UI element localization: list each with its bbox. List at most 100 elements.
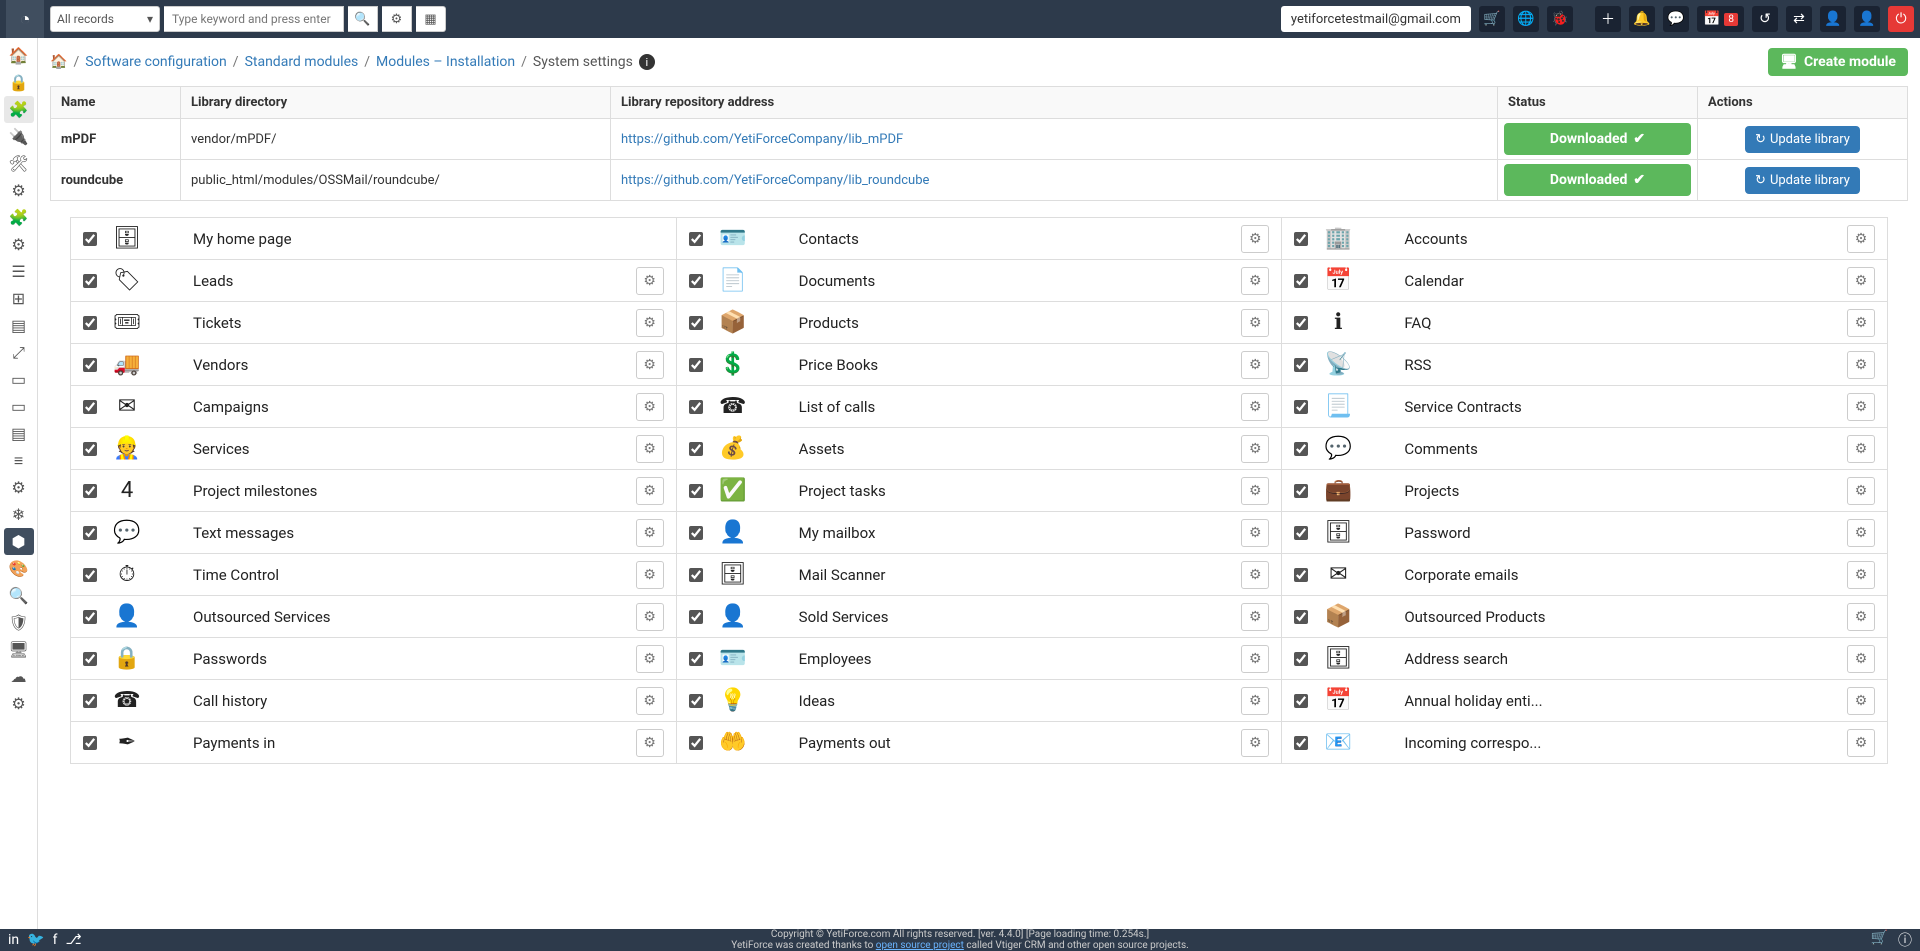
- module-checkbox[interactable]: [689, 694, 703, 708]
- module-checkbox[interactable]: [83, 274, 97, 288]
- side-plus-box-icon[interactable]: ⊞: [4, 285, 34, 312]
- side-money-icon[interactable]: ▭: [4, 393, 34, 420]
- lib-repo-link[interactable]: https://github.com/YetiForceCompany/lib_…: [621, 173, 929, 188]
- module-checkbox[interactable]: [1294, 316, 1308, 330]
- calendar-badge-icon[interactable]: 📅8: [1697, 6, 1744, 32]
- globe-icon[interactable]: 🌐: [1513, 6, 1539, 32]
- twitter-icon[interactable]: 🐦: [27, 932, 44, 948]
- module-gear-button[interactable]: ⚙: [1241, 561, 1269, 589]
- module-gear-button[interactable]: ⚙: [636, 729, 664, 757]
- module-checkbox[interactable]: [1294, 484, 1308, 498]
- side-list-icon[interactable]: ≡: [4, 447, 34, 474]
- module-checkbox[interactable]: [83, 484, 97, 498]
- module-checkbox[interactable]: [1294, 736, 1308, 750]
- module-gear-button[interactable]: ⚙: [1241, 393, 1269, 421]
- module-gear-button[interactable]: ⚙: [636, 435, 664, 463]
- module-gear-button[interactable]: ⚙: [1847, 729, 1875, 757]
- module-gear-button[interactable]: ⚙: [1847, 225, 1875, 253]
- module-checkbox[interactable]: [83, 526, 97, 540]
- side-home-icon[interactable]: 🏠: [4, 42, 34, 69]
- power-icon[interactable]: ⏻: [1888, 6, 1914, 32]
- module-gear-button[interactable]: ⚙: [1241, 267, 1269, 295]
- module-checkbox[interactable]: [689, 736, 703, 750]
- records-select[interactable]: All records ▾: [50, 6, 160, 32]
- side-cloud-icon[interactable]: ☁: [4, 663, 34, 690]
- search-input[interactable]: [164, 6, 344, 32]
- side-server-icon[interactable]: 🖥: [4, 636, 34, 663]
- module-checkbox[interactable]: [689, 400, 703, 414]
- module-checkbox[interactable]: [83, 442, 97, 456]
- module-checkbox[interactable]: [689, 484, 703, 498]
- home-icon[interactable]: 🏠: [50, 54, 67, 70]
- side-expand-icon[interactable]: ⤢: [4, 339, 34, 366]
- module-checkbox[interactable]: [83, 610, 97, 624]
- module-gear-button[interactable]: ⚙: [1847, 351, 1875, 379]
- side-lock-icon[interactable]: 🔒: [4, 69, 34, 96]
- side-puzzle2-icon[interactable]: 🧩: [4, 204, 34, 231]
- side-rows-icon[interactable]: ☰: [4, 258, 34, 285]
- module-gear-button[interactable]: ⚙: [636, 351, 664, 379]
- module-checkbox[interactable]: [689, 274, 703, 288]
- module-checkbox[interactable]: [689, 526, 703, 540]
- module-gear-button[interactable]: ⚙: [1847, 603, 1875, 631]
- side-palette-icon[interactable]: 🎨: [4, 555, 34, 582]
- module-checkbox[interactable]: [689, 358, 703, 372]
- module-gear-button[interactable]: ⚙: [1241, 729, 1269, 757]
- module-gear-button[interactable]: ⚙: [1847, 435, 1875, 463]
- module-checkbox[interactable]: [1294, 400, 1308, 414]
- module-gear-button[interactable]: ⚙: [636, 519, 664, 547]
- module-gear-button[interactable]: ⚙: [1241, 309, 1269, 337]
- crumb-1[interactable]: Standard modules: [245, 54, 359, 70]
- module-gear-button[interactable]: ⚙: [1847, 309, 1875, 337]
- side-puzzle-icon[interactable]: 🧩: [4, 96, 34, 123]
- side-asterisk-icon[interactable]: ❄: [4, 501, 34, 528]
- create-module-button[interactable]: 🖥 Create module: [1768, 48, 1908, 76]
- module-checkbox[interactable]: [689, 610, 703, 624]
- side-wrench-icon[interactable]: 🛠: [4, 150, 34, 177]
- module-gear-button[interactable]: ⚙: [1847, 519, 1875, 547]
- footer-info-icon[interactable]: ⓘ: [1898, 930, 1912, 950]
- user-icon[interactable]: 👤: [1820, 6, 1846, 32]
- update-library-button[interactable]: ↻ Update library: [1745, 126, 1860, 153]
- module-checkbox[interactable]: [1294, 274, 1308, 288]
- bell-icon[interactable]: 🔔: [1629, 6, 1655, 32]
- side-gear2-icon[interactable]: ⚙: [4, 231, 34, 258]
- search-settings-button[interactable]: ⚙: [382, 6, 412, 32]
- module-gear-button[interactable]: ⚙: [1241, 645, 1269, 673]
- module-checkbox[interactable]: [83, 736, 97, 750]
- crumb-2[interactable]: Modules – Installation: [376, 54, 515, 70]
- module-gear-button[interactable]: ⚙: [1241, 687, 1269, 715]
- side-gear3-icon[interactable]: ⚙: [4, 474, 34, 501]
- module-checkbox[interactable]: [1294, 652, 1308, 666]
- module-gear-button[interactable]: ⚙: [1847, 561, 1875, 589]
- module-checkbox[interactable]: [1294, 358, 1308, 372]
- module-checkbox[interactable]: [83, 400, 97, 414]
- module-gear-button[interactable]: ⚙: [1847, 645, 1875, 673]
- module-checkbox[interactable]: [1294, 568, 1308, 582]
- module-checkbox[interactable]: [1294, 694, 1308, 708]
- github-icon[interactable]: ⎇: [65, 932, 81, 948]
- user-email[interactable]: yetiforcetestmail@gmail.com: [1281, 6, 1471, 32]
- side-window-icon[interactable]: ▭: [4, 366, 34, 393]
- module-checkbox[interactable]: [83, 652, 97, 666]
- module-gear-button[interactable]: ⚙: [636, 561, 664, 589]
- module-checkbox[interactable]: [83, 232, 97, 246]
- bug-icon[interactable]: 🐞: [1547, 6, 1573, 32]
- module-gear-button[interactable]: ⚙: [636, 309, 664, 337]
- module-gear-button[interactable]: ⚙: [636, 687, 664, 715]
- update-library-button[interactable]: ↻ Update library: [1745, 167, 1860, 194]
- module-checkbox[interactable]: [1294, 526, 1308, 540]
- module-gear-button[interactable]: ⚙: [636, 603, 664, 631]
- module-gear-button[interactable]: ⚙: [1847, 267, 1875, 295]
- side-cube-icon[interactable]: ⬢: [4, 528, 34, 555]
- module-gear-button[interactable]: ⚙: [1241, 351, 1269, 379]
- open-source-link[interactable]: open source project: [876, 940, 964, 951]
- crumb-0[interactable]: Software configuration: [85, 54, 227, 70]
- side-plug-icon[interactable]: 🔌: [4, 123, 34, 150]
- side-shield-icon[interactable]: 🛡: [4, 609, 34, 636]
- facebook-icon[interactable]: f: [53, 932, 58, 948]
- module-gear-button[interactable]: ⚙: [1241, 435, 1269, 463]
- side-cog-icon[interactable]: ⚙: [4, 690, 34, 717]
- side-gear1-icon[interactable]: ⚙: [4, 177, 34, 204]
- module-checkbox[interactable]: [83, 568, 97, 582]
